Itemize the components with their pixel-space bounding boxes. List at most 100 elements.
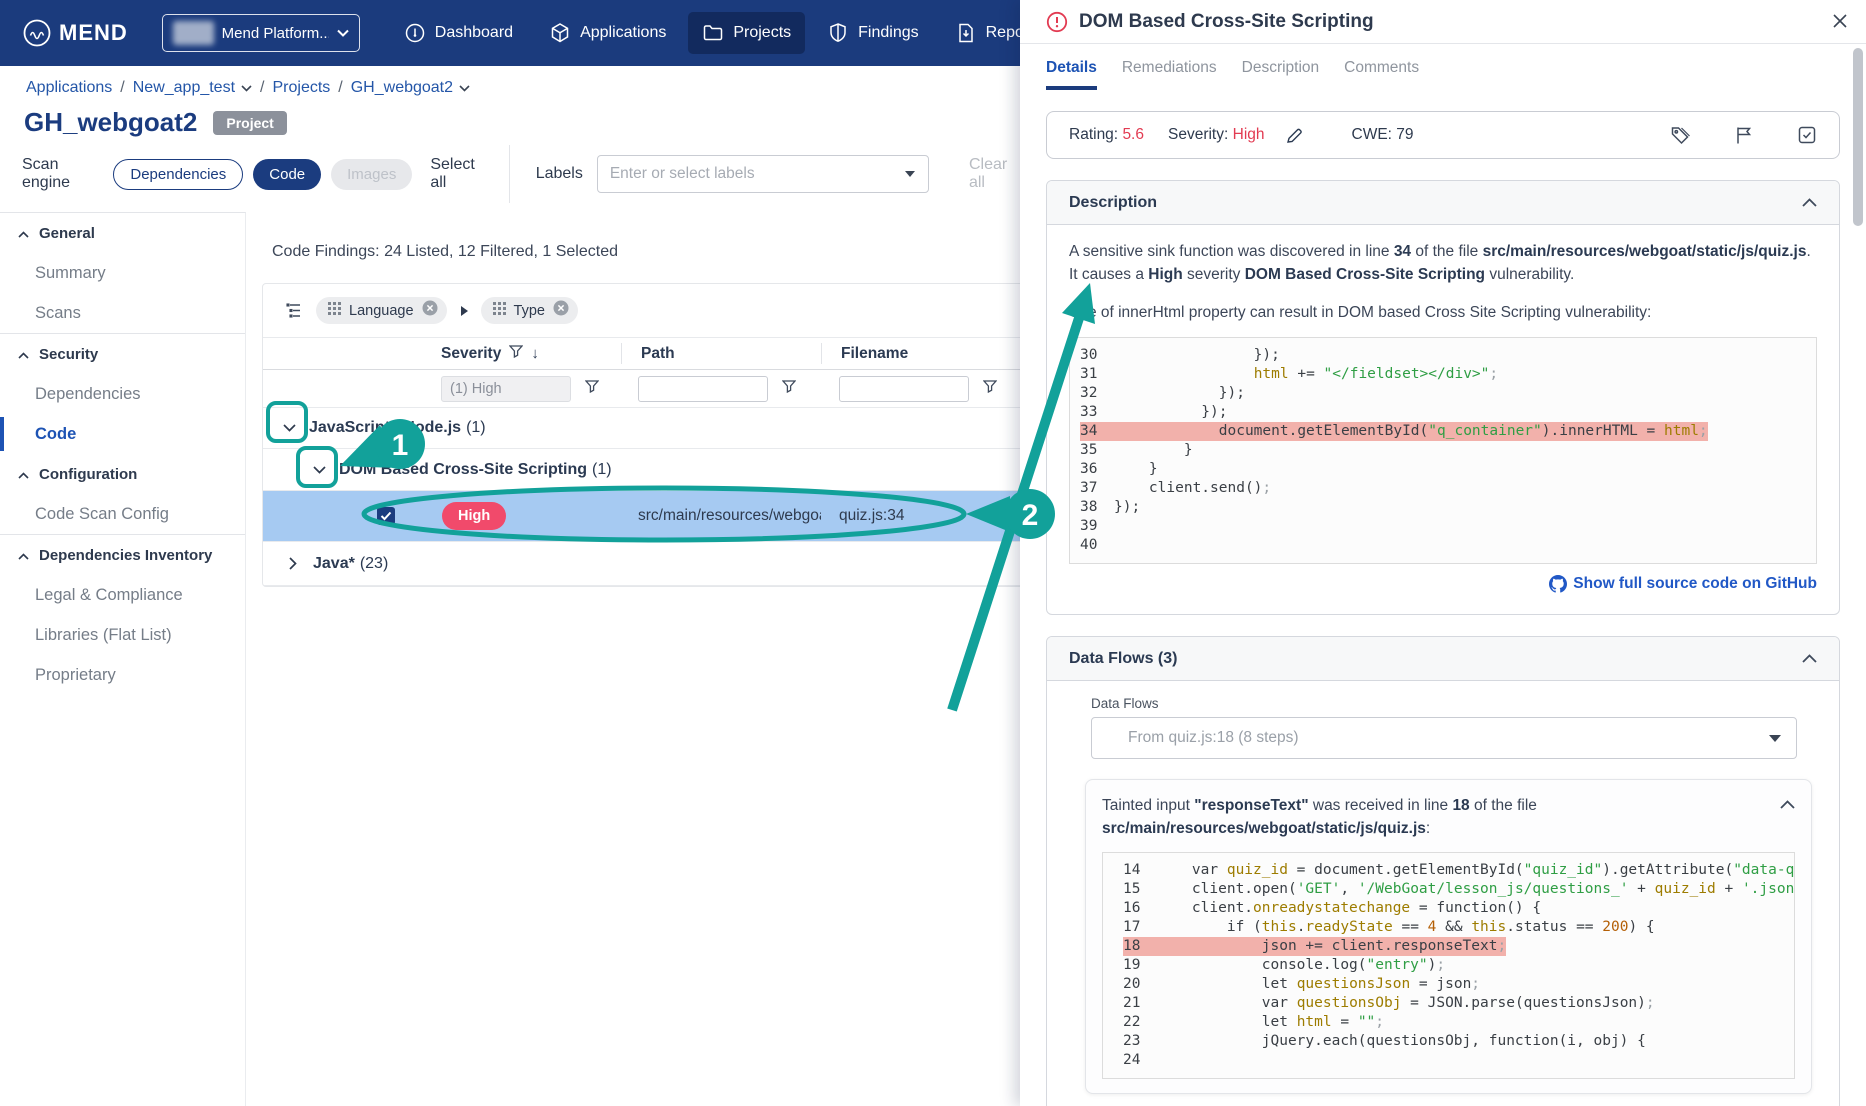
group-chip-type[interactable]: Type xyxy=(480,297,578,324)
tab-comments[interactable]: Comments xyxy=(1344,59,1419,90)
vertical-divider xyxy=(508,145,510,203)
collapse-chevron-icon[interactable] xyxy=(307,457,331,482)
sidebar-item-summary[interactable]: Summary xyxy=(0,253,245,293)
flag-icon[interactable] xyxy=(1734,125,1754,145)
close-icon[interactable] xyxy=(1832,13,1848,34)
taint-source-code-snippet: 14 var quiz_id = document.getElementById… xyxy=(1102,852,1795,1079)
sidebar-item-legal-compliance[interactable]: Legal & Compliance xyxy=(0,575,245,615)
row-checkbox-checked[interactable] xyxy=(377,507,395,525)
scan-engine-images-toggle[interactable]: Images xyxy=(331,158,413,190)
sidebar-section-header-dependencies-inventory[interactable]: Dependencies Inventory xyxy=(0,535,245,575)
sidebar-item-code[interactable]: Code xyxy=(0,414,245,454)
group-row-java[interactable]: Java* (23) xyxy=(263,542,1020,586)
sort-desc-icon[interactable]: ↓ xyxy=(531,345,539,362)
path-filter-input[interactable] xyxy=(638,375,768,402)
section-title: General xyxy=(39,224,95,242)
data-flow-select[interactable]: From quiz.js:18 (8 steps) xyxy=(1091,717,1797,759)
findings-table-card: Language Type Severity ↓ Path Filename (… xyxy=(262,283,1020,587)
breadcrumb-applications[interactable]: Applications xyxy=(26,79,112,97)
labels-input[interactable] xyxy=(609,165,904,183)
applications-icon xyxy=(549,22,571,44)
description-section-header[interactable]: Description xyxy=(1047,181,1839,225)
select-all-button[interactable]: Select all xyxy=(430,156,486,192)
nav-item-dashboard[interactable]: Dashboard xyxy=(390,12,527,54)
header-severity[interactable]: Severity ↓ xyxy=(421,338,621,369)
data-flows-section-header[interactable]: Data Flows (3) xyxy=(1047,637,1839,681)
header-path[interactable]: Path xyxy=(621,338,821,369)
filename-cell: quiz.js:34 xyxy=(839,507,905,524)
breadcrumb-new-app-test[interactable]: New_app_test xyxy=(133,79,235,97)
breadcrumb-gh-webgoat2[interactable]: GH_webgoat2 xyxy=(351,79,453,97)
clear-all-button[interactable]: Clear all xyxy=(969,156,1020,192)
filter-funnel-icon[interactable] xyxy=(781,379,797,398)
brand-name: MEND xyxy=(59,20,128,45)
data-flow-step-text: Tainted input "responseText" was receive… xyxy=(1102,797,1537,837)
chevron-up-icon xyxy=(18,346,29,363)
sidebar-item-libraries-flat-list[interactable]: Libraries (Flat List) xyxy=(0,615,245,655)
data-flows-section: Data Flows (3) Data Flows From quiz.js:1… xyxy=(1046,636,1840,1106)
sidebar-section-header-security[interactable]: Security xyxy=(0,334,245,374)
github-link-label: Show full source code on GitHub xyxy=(1573,575,1817,592)
title-row: GH_webgoat2 Project xyxy=(24,107,287,138)
header-filename[interactable]: Filename xyxy=(821,338,1020,369)
section-header-label: Description xyxy=(1069,193,1158,211)
group-by-tree-icon[interactable] xyxy=(285,302,302,319)
group-label: JavaScript / Node.js xyxy=(309,419,462,436)
nav-label: Applications xyxy=(580,24,667,41)
column-label: Filename xyxy=(841,344,909,362)
nav-item-projects[interactable]: Projects xyxy=(688,12,806,54)
group-row-dom-xss[interactable]: DOM Based Cross-Site Scripting (1) xyxy=(263,449,1020,491)
platform-selector-label: Mend Platform... xyxy=(221,24,329,42)
filter-funnel-icon[interactable] xyxy=(508,344,524,363)
filter-funnel-icon[interactable] xyxy=(982,379,998,398)
tab-remediations[interactable]: Remediations xyxy=(1122,59,1217,90)
check-square-icon[interactable] xyxy=(1797,125,1817,145)
mend-brand: MEND xyxy=(22,18,128,48)
sidebar-item-proprietary[interactable]: Proprietary xyxy=(0,655,245,695)
caret-down-icon[interactable] xyxy=(904,170,916,178)
edit-severity-pencil-icon[interactable] xyxy=(1285,126,1304,145)
group-row-javascript-nodejs[interactable]: JavaScript / Node.js (1) xyxy=(263,408,1020,449)
collapse-chevron-icon[interactable] xyxy=(277,416,301,440)
severity-cell: High xyxy=(421,502,621,530)
group-label: Java* xyxy=(313,554,355,572)
filename-filter-input[interactable] xyxy=(839,375,969,402)
github-source-link[interactable]: Show full source code on GitHub xyxy=(1549,575,1817,593)
sidebar-section-header-general[interactable]: General xyxy=(0,213,245,253)
platform-selector[interactable]: Mend Platform... xyxy=(161,14,360,52)
sidebar-section-header-configuration[interactable]: Configuration xyxy=(0,454,245,494)
data-flows-select-label: Data Flows xyxy=(1091,696,1159,711)
tag-icon[interactable] xyxy=(1670,125,1691,146)
tab-description[interactable]: Description xyxy=(1242,59,1320,90)
filter-funnel-icon[interactable] xyxy=(584,379,600,398)
expand-chevron-icon[interactable] xyxy=(281,551,305,576)
breadcrumb-separator: / xyxy=(120,79,125,96)
path-cell: src/main/resources/webgoa xyxy=(638,507,821,524)
collapse-chevron-up-icon[interactable] xyxy=(1780,796,1795,814)
nav-item-applications[interactable]: Applications xyxy=(535,12,680,54)
remove-chip-icon[interactable] xyxy=(553,300,569,321)
finding-row-selected[interactable]: High src/main/resources/webgoa quiz.js:3… xyxy=(263,491,1020,542)
remove-chip-icon[interactable] xyxy=(422,300,438,321)
nav-item-findings[interactable]: Findings xyxy=(813,12,932,54)
filter-path-cell xyxy=(621,375,821,402)
collapse-chevron-up-icon[interactable] xyxy=(1802,654,1817,663)
sidebar: General Summary Scans Security Dependenc… xyxy=(0,212,246,1106)
panel-scrollbar-thumb[interactable] xyxy=(1853,48,1863,226)
description-section-body: A sensitive sink function was discovered… xyxy=(1047,225,1839,614)
sidebar-item-code-scan-config[interactable]: Code Scan Config xyxy=(0,494,245,534)
sidebar-item-scans[interactable]: Scans xyxy=(0,293,245,333)
sidebar-item-dependencies[interactable]: Dependencies xyxy=(0,374,245,414)
description-paragraph-1: A sensitive sink function was discovered… xyxy=(1069,243,1811,283)
group-chip-language[interactable]: Language xyxy=(316,297,447,324)
breadcrumb-separator: / xyxy=(260,79,265,96)
scan-engine-code-toggle[interactable]: Code xyxy=(253,158,322,190)
chevron-down-icon[interactable] xyxy=(241,84,252,92)
severity-filter-input[interactable] xyxy=(441,375,571,402)
chevron-down-icon[interactable] xyxy=(459,84,470,92)
chevron-up-icon xyxy=(18,225,29,242)
collapse-chevron-up-icon[interactable] xyxy=(1802,198,1817,207)
scan-engine-dependencies-toggle[interactable]: Dependencies xyxy=(113,158,244,190)
tab-details[interactable]: Details xyxy=(1046,59,1097,90)
breadcrumb-projects[interactable]: Projects xyxy=(272,79,330,97)
